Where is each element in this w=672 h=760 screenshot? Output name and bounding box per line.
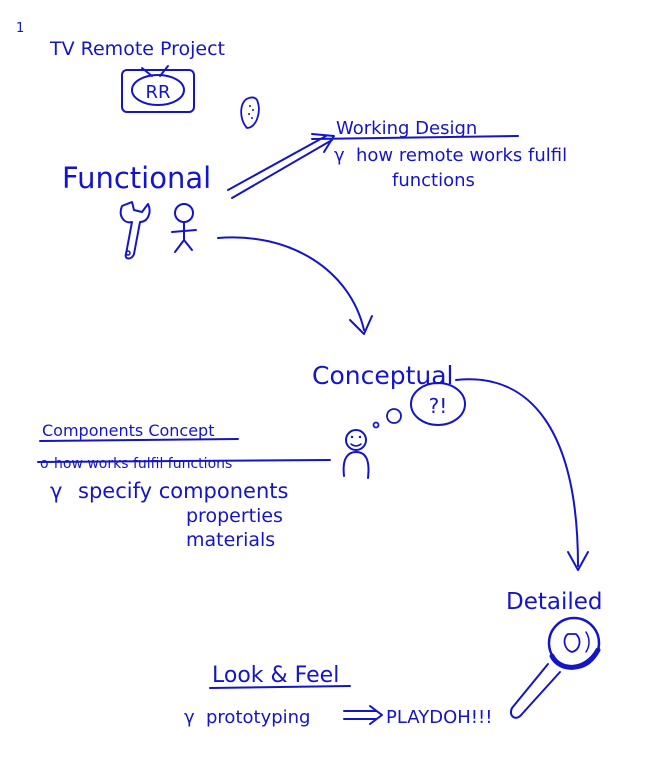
tv-label: RR [145, 82, 170, 103]
components-struck-line: how works fulfil functions [54, 456, 232, 472]
functional-to-conceptual-arrow [217, 236, 373, 335]
detailed-label: Detailed [506, 589, 603, 615]
working-design-line-1: how remote works fulfil [356, 145, 567, 166]
thinking-figure-icon [342, 429, 370, 479]
wrench-icon [119, 201, 151, 260]
conceptual-to-detailed-arrow [455, 378, 589, 571]
magnifying-glass-icon [510, 616, 601, 719]
working-design-bullet: γ [334, 145, 345, 166]
components-bullet: γ [50, 479, 62, 503]
project-title: TV Remote Project [49, 38, 225, 60]
remote-sketch-icon [240, 96, 260, 129]
working-design-line-2: functions [392, 170, 475, 191]
conceptual-label: Conceptual [312, 361, 454, 390]
components-line-3: materials [186, 529, 275, 551]
components-line-2: properties [186, 505, 283, 527]
components-struck-bullet: o [40, 456, 49, 472]
working-design-title: Working Design [336, 118, 477, 139]
stick-figure-icon [171, 203, 197, 253]
thought-bubble-text: ?! [429, 394, 448, 418]
components-concept-title: Components Concept [42, 421, 214, 440]
page-number: 1 [16, 21, 24, 36]
look-and-feel-line: prototyping [206, 707, 310, 728]
whiteboard-canvas: 1 TV Remote Project RR Functional Workin… [16, 21, 603, 728]
look-and-feel-bullet: γ [184, 707, 195, 728]
look-and-feel-title: Look & Feel [212, 663, 339, 688]
functional-to-design-arrow [227, 133, 335, 199]
implies-arrow-icon [343, 705, 383, 725]
functional-label: Functional [62, 161, 211, 195]
tv-icon: RR [121, 65, 195, 113]
components-line-1: specify components [78, 479, 288, 503]
playdoh-text: PLAYDOH!!! [386, 707, 492, 728]
